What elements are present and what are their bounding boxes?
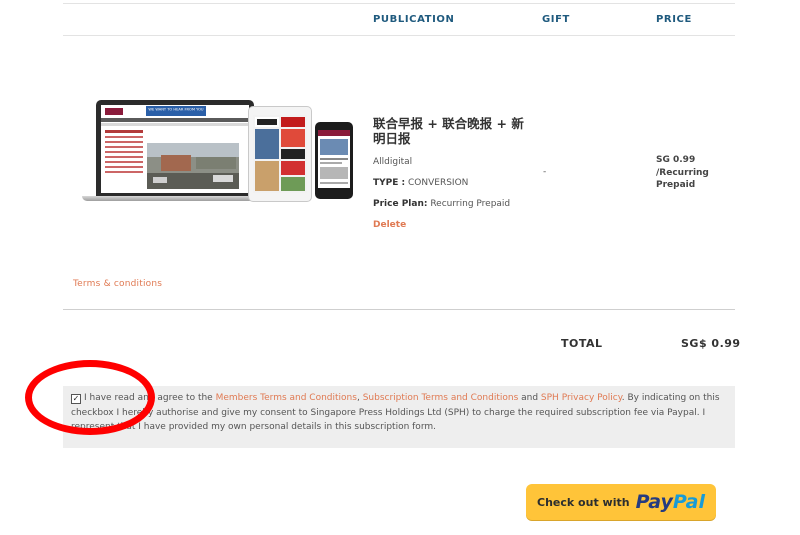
tablet-display bbox=[253, 115, 307, 193]
tablet-image bbox=[248, 106, 312, 202]
phone-screen-illustration bbox=[318, 130, 350, 184]
type-label: TYPE : bbox=[373, 178, 406, 188]
price-plan-label: Price Plan: bbox=[373, 199, 428, 209]
type-value: CONVERSION bbox=[408, 178, 469, 188]
phone-display bbox=[318, 130, 350, 188]
checkout-prefix: Check out with bbox=[537, 495, 630, 509]
top-divider bbox=[63, 3, 735, 4]
total-label: TOTAL bbox=[561, 337, 603, 350]
newspaper-illustration bbox=[253, 115, 307, 193]
publication-type: TYPE : CONVERSION bbox=[373, 178, 468, 188]
paypal-logo: PayPal bbox=[636, 491, 705, 513]
price-value: SG 0.99 /Recurring Prepaid bbox=[656, 155, 709, 190]
publication-subtitle: Alldigital bbox=[373, 157, 413, 167]
terms-conditions-link[interactable]: Terms & conditions bbox=[73, 279, 162, 289]
paypal-logo-pay: Pay bbox=[635, 491, 673, 513]
subscription-terms-link[interactable]: Subscription Terms and Conditions bbox=[363, 393, 519, 403]
paypal-logo-pal: Pal bbox=[672, 491, 705, 513]
consent-box: ✓ I have read and agree to the Members Te… bbox=[63, 386, 735, 448]
delete-link[interactable]: Delete bbox=[373, 220, 406, 230]
price-plan-value: Recurring Prepaid bbox=[430, 199, 511, 209]
product-image: WE WANT TO HEAR FROM YOU bbox=[80, 98, 360, 204]
annotation-circle bbox=[25, 360, 155, 435]
consent-text-3: and bbox=[518, 393, 541, 403]
privacy-policy-link[interactable]: SPH Privacy Policy bbox=[541, 393, 622, 403]
publication-title: 联合早报 + 联合晚报 + 新明日报 bbox=[373, 116, 524, 146]
paypal-checkout-button[interactable]: Check out with PayPal bbox=[526, 484, 716, 520]
price-plan: Price Plan: Recurring Prepaid bbox=[373, 199, 510, 209]
laptop-display: WE WANT TO HEAR FROM YOU bbox=[101, 105, 249, 193]
phone-image bbox=[315, 122, 353, 199]
header-gift: GIFT bbox=[542, 14, 570, 25]
total-divider bbox=[63, 309, 735, 310]
laptop-image: WE WANT TO HEAR FROM YOU bbox=[96, 100, 254, 196]
laptop-screen-illustration: WE WANT TO HEAR FROM YOU bbox=[101, 105, 249, 189]
header-publication: PUBLICATION bbox=[373, 14, 455, 25]
members-terms-link[interactable]: Members Terms and Conditions bbox=[216, 393, 357, 403]
total-value: SG$ 0.99 bbox=[681, 337, 741, 350]
gift-value: - bbox=[543, 167, 547, 177]
laptop-banner-text: WE WANT TO HEAR FROM YOU bbox=[148, 108, 204, 112]
laptop-base bbox=[82, 196, 268, 201]
header-price: PRICE bbox=[656, 14, 692, 25]
header-divider bbox=[63, 35, 735, 36]
